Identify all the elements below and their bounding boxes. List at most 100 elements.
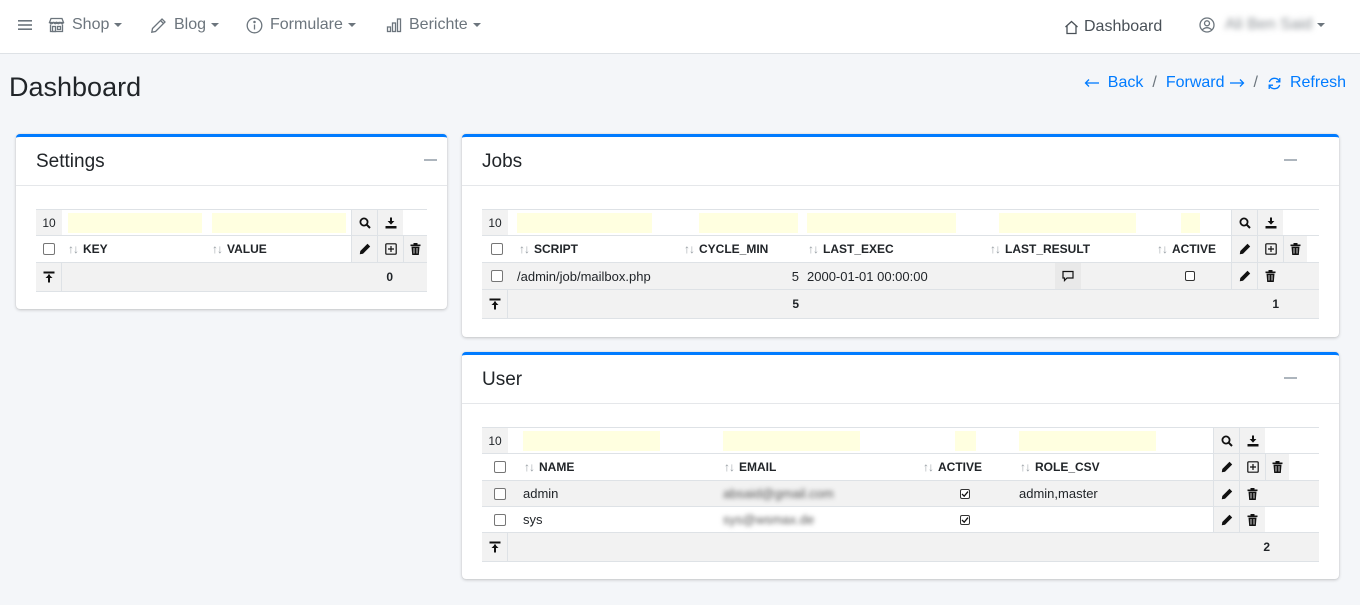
row-edit-button[interactable] [1213, 481, 1239, 506]
jobs-card: Jobs 10 ↑↓ SCRIPT ↑↓ CYCLE_MIN ↑↓ LAST_E… [462, 134, 1339, 337]
collapse-icon[interactable] [424, 159, 437, 161]
column-header-key[interactable]: ↑↓ KEY [68, 236, 108, 262]
pencil-icon [1221, 488, 1233, 500]
footer-active-sum: 1 [1272, 297, 1279, 311]
card-title: Jobs [482, 151, 523, 172]
delete-button[interactable] [1265, 454, 1289, 480]
collapse-icon[interactable] [1284, 377, 1297, 379]
column-header-last-exec[interactable]: ↑↓ LAST_EXEC [808, 236, 894, 262]
cell-active [960, 481, 974, 506]
row-checkbox[interactable] [494, 481, 508, 506]
filter-last-exec-input[interactable] [807, 213, 956, 233]
chevron-down-icon [347, 23, 356, 27]
select-all-checkbox[interactable] [43, 236, 57, 262]
sort-collapse-icon [489, 541, 501, 553]
view-result-button[interactable] [1055, 263, 1081, 289]
forward-label: Forward [1165, 74, 1225, 91]
column-header-role-csv[interactable]: ↑↓ ROLE_CSV [1020, 454, 1100, 480]
cell-email: absaid@gmail.com [723, 486, 834, 501]
sort-icon: ↑↓ [724, 460, 735, 474]
column-header-script[interactable]: ↑↓ SCRIPT [519, 236, 578, 262]
download-button[interactable] [1239, 428, 1265, 453]
edit-button[interactable] [351, 236, 377, 262]
top-navbar: Shop Blog Formulare Berichte Dashboard A [0, 0, 1360, 54]
filter-script-input[interactable] [517, 213, 652, 233]
refresh-link[interactable]: Refresh [1267, 74, 1346, 92]
row-delete-button[interactable] [1239, 481, 1265, 506]
select-all-checkbox[interactable] [491, 236, 505, 262]
edit-button[interactable] [1213, 454, 1239, 480]
column-header-label: ACTIVE [938, 460, 983, 474]
filter-name-input[interactable] [523, 431, 660, 451]
filter-role-csv-input[interactable] [1019, 431, 1156, 451]
checkbox-checked-icon [960, 514, 970, 525]
column-header-cycle-min[interactable]: ↑↓ CYCLE_MIN [684, 236, 768, 262]
cell-active [960, 507, 974, 532]
collapse-rows-button[interactable] [36, 263, 62, 291]
column-header-name[interactable]: ↑↓ NAME [524, 454, 574, 480]
filter-last-result-input[interactable] [999, 213, 1136, 233]
column-header-label: ROLE_CSV [1035, 460, 1100, 474]
search-button[interactable] [351, 210, 377, 235]
collapse-rows-button[interactable] [482, 533, 508, 561]
refresh-icon [1267, 76, 1282, 91]
column-header-label: LAST_RESULT [1005, 242, 1091, 256]
sort-icon: ↑↓ [923, 460, 934, 474]
select-all-checkbox[interactable] [494, 454, 508, 480]
delete-button[interactable] [403, 236, 427, 262]
row-checkbox[interactable] [494, 507, 508, 532]
column-header-last-result[interactable]: ↑↓ LAST_RESULT [990, 236, 1090, 262]
column-header-label: NAME [539, 460, 575, 474]
nav-menu-formulare[interactable]: Formulare [246, 0, 356, 50]
back-link[interactable]: Back [1084, 74, 1143, 92]
filter-cycle-min-input[interactable] [699, 213, 798, 233]
filter-key-input[interactable] [68, 213, 202, 233]
card-title: User [482, 369, 523, 390]
filter-active-input[interactable] [955, 431, 976, 451]
nav-menu-shop[interactable]: Shop [48, 0, 123, 50]
pencil-icon [150, 17, 167, 34]
nav-menu-berichte[interactable]: Berichte [386, 0, 481, 50]
column-header-active[interactable]: ↑↓ ACTIVE [1157, 236, 1216, 262]
collapse-rows-button[interactable] [482, 290, 508, 318]
page-size-select[interactable]: 10 [482, 428, 508, 453]
download-button[interactable] [1257, 210, 1283, 235]
user-menu[interactable]: Ali Ben Said [1199, 0, 1326, 50]
card-title: Settings [36, 151, 105, 172]
page-size-select[interactable]: 10 [36, 210, 62, 235]
column-header-value[interactable]: ↑↓ VALUE [212, 236, 267, 262]
row-edit-button[interactable] [1213, 507, 1239, 532]
sort-icon: ↑↓ [684, 242, 695, 256]
sidebar-toggle-button[interactable] [18, 0, 32, 50]
column-header-email[interactable]: ↑↓ EMAIL [724, 454, 776, 480]
column-header-active[interactable]: ↑↓ ACTIVE [923, 454, 982, 480]
table-row[interactable]: admin absaid@gmail.com admin,master [482, 481, 1319, 507]
forward-link[interactable]: Forward [1166, 74, 1245, 92]
row-checkbox[interactable] [491, 263, 505, 289]
edit-button[interactable] [1231, 236, 1257, 262]
nav-menu-blog[interactable]: Blog [150, 0, 220, 50]
search-button[interactable] [1231, 210, 1257, 235]
filter-value-input[interactable] [212, 213, 346, 233]
add-button[interactable] [377, 236, 403, 262]
table-row[interactable]: sys sys@wsmax.de [482, 507, 1319, 533]
collapse-icon[interactable] [1284, 159, 1297, 161]
chevron-down-icon [1317, 23, 1326, 27]
row-edit-button[interactable] [1231, 263, 1257, 289]
search-button[interactable] [1213, 428, 1239, 453]
nav-menu-label: Formulare [270, 16, 343, 33]
row-delete-button[interactable] [1239, 507, 1265, 532]
pencil-icon [359, 243, 371, 255]
card-header: Jobs [462, 137, 1339, 186]
filter-email-input[interactable] [723, 431, 860, 451]
page-size-select[interactable]: 10 [482, 210, 508, 235]
table-row[interactable]: /admin/job/mailbox.php 5 2000-01-01 00:0… [482, 263, 1319, 290]
download-button[interactable] [377, 210, 403, 235]
row-delete-button[interactable] [1257, 263, 1283, 289]
delete-button[interactable] [1283, 236, 1307, 262]
add-button[interactable] [1239, 454, 1265, 480]
add-button[interactable] [1257, 236, 1283, 262]
filter-active-input[interactable] [1181, 213, 1200, 233]
nav-dashboard-link[interactable]: Dashboard [1064, 2, 1162, 52]
sort-icon: ↑↓ [808, 242, 819, 256]
